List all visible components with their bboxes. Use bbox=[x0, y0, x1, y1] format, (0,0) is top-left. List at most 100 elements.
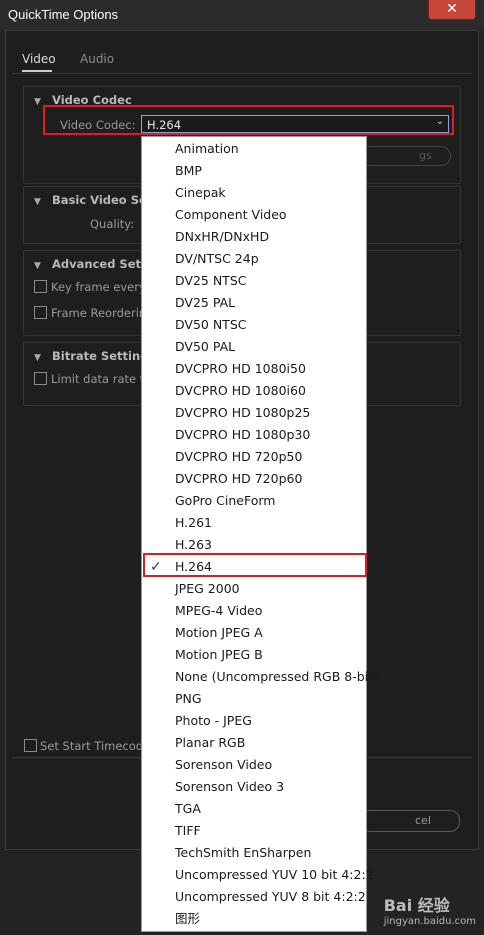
codec-option[interactable]: Motion JPEG A bbox=[142, 622, 366, 644]
video-codec-select[interactable]: H.264 ⌄ bbox=[141, 115, 449, 133]
codec-option-label: Photo - JPEG bbox=[175, 713, 252, 728]
limit-data-rate-checkbox[interactable] bbox=[34, 372, 47, 385]
tab-divider bbox=[12, 73, 472, 74]
close-icon: ✕ bbox=[446, 1, 458, 17]
codec-option-label: Uncompressed YUV 10 bit 4:2:2 bbox=[175, 867, 374, 882]
codec-option[interactable]: DVCPRO HD 1080i50 bbox=[142, 358, 366, 380]
cancel-button[interactable]: cel bbox=[360, 810, 460, 832]
codec-settings-button[interactable]: gs bbox=[360, 146, 451, 166]
limit-data-rate-label: Limit data rate to bbox=[51, 372, 152, 386]
codec-option-label: H.263 bbox=[175, 537, 213, 552]
video-codec-value: H.264 bbox=[147, 118, 182, 132]
codec-option[interactable]: Sorenson Video 3 bbox=[142, 776, 366, 798]
codec-option[interactable]: ✓ H.264 bbox=[142, 556, 366, 578]
codec-option[interactable]: None (Uncompressed RGB 8-bit) bbox=[142, 666, 378, 688]
codec-option-label: DVCPRO HD 720p60 bbox=[175, 471, 303, 486]
bitrate-settings-header[interactable]: ▼ Bitrate Settings bbox=[34, 349, 155, 363]
codec-option-label: Motion JPEG A bbox=[175, 625, 263, 640]
codec-option[interactable]: DVCPRO HD 1080p30 bbox=[142, 424, 366, 446]
codec-option[interactable]: TGA bbox=[142, 798, 366, 820]
codec-option[interactable]: Motion JPEG B bbox=[142, 644, 366, 666]
chevron-down-icon: ⌄ bbox=[435, 116, 444, 127]
codec-option[interactable]: TechSmith EnSharpen bbox=[142, 842, 366, 864]
tab-audio[interactable]: Audio bbox=[80, 52, 114, 66]
watermark: Bai 经验 jingyan.baidu.com bbox=[383, 896, 476, 927]
codec-option[interactable]: Photo - JPEG bbox=[142, 710, 366, 732]
codec-option[interactable]: Uncompressed YUV 10 bit 4:2:2 bbox=[142, 864, 374, 886]
chevron-down-icon: ▼ bbox=[34, 353, 41, 363]
codec-option-label: DVCPRO HD 1080i60 bbox=[175, 383, 306, 398]
codec-option[interactable]: Cinepak bbox=[142, 182, 366, 204]
title-bar: QuickTime Options ✕ bbox=[0, 0, 484, 30]
codec-option[interactable]: Uncompressed YUV 8 bit 4:2:2 bbox=[142, 886, 366, 908]
codec-option-label: DV25 PAL bbox=[175, 295, 236, 310]
codec-option[interactable]: DVCPRO HD 1080p25 bbox=[142, 402, 366, 424]
codec-option[interactable]: H.263 bbox=[142, 534, 366, 556]
frame-reordering-checkbox[interactable] bbox=[34, 306, 47, 319]
codec-option-label: JPEG 2000 bbox=[175, 581, 240, 596]
advanced-settings-header[interactable]: ▼ Advanced Settin bbox=[34, 257, 159, 271]
video-codec-header[interactable]: ▼ Video Codec bbox=[34, 93, 132, 107]
codec-option[interactable]: PNG bbox=[142, 688, 366, 710]
codec-option[interactable]: MPEG-4 Video bbox=[142, 600, 366, 622]
codec-option[interactable]: Sorenson Video bbox=[142, 754, 366, 776]
codec-option[interactable]: DV25 NTSC bbox=[142, 270, 366, 292]
codec-option-label: 图形 bbox=[175, 911, 201, 926]
codec-option-label: PNG bbox=[175, 691, 202, 706]
codec-option[interactable]: DV50 NTSC bbox=[142, 314, 366, 336]
codec-dropdown-list[interactable]: Animation BMP Cinepak Component Video DNxHR/… bbox=[141, 136, 378, 932]
codec-option[interactable]: H.261 bbox=[142, 512, 366, 534]
codec-option-label: DV25 NTSC bbox=[175, 273, 247, 288]
codec-option-label: TechSmith EnSharpen bbox=[175, 845, 312, 860]
chevron-down-icon: ▼ bbox=[34, 197, 41, 207]
codec-option-label: DNxHR/DNxHD bbox=[175, 229, 270, 244]
codec-option[interactable]: JPEG 2000 bbox=[142, 578, 366, 600]
codec-option-label: TGA bbox=[175, 801, 201, 816]
chevron-down-icon: ▼ bbox=[34, 261, 41, 271]
codec-option-label: Cinepak bbox=[175, 185, 226, 200]
codec-option[interactable]: DV25 PAL bbox=[142, 292, 366, 314]
codec-option-label: DV/NTSC 24p bbox=[175, 251, 259, 266]
codec-option[interactable]: BMP bbox=[142, 160, 366, 182]
codec-option-label: TIFF bbox=[175, 823, 201, 838]
codec-option[interactable]: Component Video bbox=[142, 204, 366, 226]
codec-option-label: Component Video bbox=[175, 207, 287, 222]
quicktime-options-window: QuickTime Options ✕ Video Audio ▼ Video C… bbox=[0, 0, 484, 935]
video-codec-label: Video Codec: bbox=[60, 118, 136, 132]
codec-option-label: Sorenson Video 3 bbox=[175, 779, 285, 794]
codec-option-label: Planar RGB bbox=[175, 735, 246, 750]
codec-option[interactable]: GoPro CineForm bbox=[142, 490, 366, 512]
codec-option[interactable]: 图形 bbox=[142, 908, 366, 930]
codec-option-label: DVCPRO HD 720p50 bbox=[175, 449, 303, 464]
codec-option[interactable]: TIFF bbox=[142, 820, 366, 842]
start-timecode-checkbox[interactable] bbox=[24, 739, 37, 752]
keyframe-label: Key frame every bbox=[51, 280, 146, 294]
codec-option[interactable]: Animation bbox=[142, 138, 366, 160]
codec-option[interactable]: DV50 PAL bbox=[142, 336, 366, 358]
quality-label: Quality: bbox=[90, 217, 135, 231]
codec-option[interactable]: DVCPRO HD 720p50 bbox=[142, 446, 366, 468]
chevron-down-icon: ▼ bbox=[34, 97, 41, 107]
codec-option-label: DVCPRO HD 1080p30 bbox=[175, 427, 311, 442]
keyframe-checkbox[interactable] bbox=[34, 280, 47, 293]
active-tab-indicator bbox=[22, 70, 52, 72]
codec-option-label: Motion JPEG B bbox=[175, 647, 263, 662]
codec-option-label: Uncompressed YUV 8 bit 4:2:2 bbox=[175, 889, 366, 904]
codec-option[interactable]: DVCPRO HD 720p60 bbox=[142, 468, 366, 490]
start-timecode-label: Set Start Timecode bbox=[40, 739, 151, 753]
codec-option[interactable]: Planar RGB bbox=[142, 732, 366, 754]
codec-option[interactable]: DNxHR/DNxHD bbox=[142, 226, 366, 248]
frame-reordering-label: Frame Reordering bbox=[51, 306, 154, 320]
codec-option-label: DVCPRO HD 1080p25 bbox=[175, 405, 311, 420]
codec-option[interactable]: DVCPRO HD 1080i60 bbox=[142, 380, 366, 402]
tab-video[interactable]: Video bbox=[22, 52, 56, 66]
window-title: QuickTime Options bbox=[8, 7, 119, 22]
codec-option-label: BMP bbox=[175, 163, 202, 178]
codec-option[interactable]: DV/NTSC 24p bbox=[142, 248, 366, 270]
close-button[interactable]: ✕ bbox=[428, 0, 476, 20]
codec-option-label: Animation bbox=[175, 141, 239, 156]
codec-option-label: None (Uncompressed RGB 8-bit) bbox=[175, 669, 378, 684]
codec-option-label: H.261 bbox=[175, 515, 213, 530]
codec-option-label: GoPro CineForm bbox=[175, 493, 276, 508]
codec-option-label: DV50 PAL bbox=[175, 339, 236, 354]
